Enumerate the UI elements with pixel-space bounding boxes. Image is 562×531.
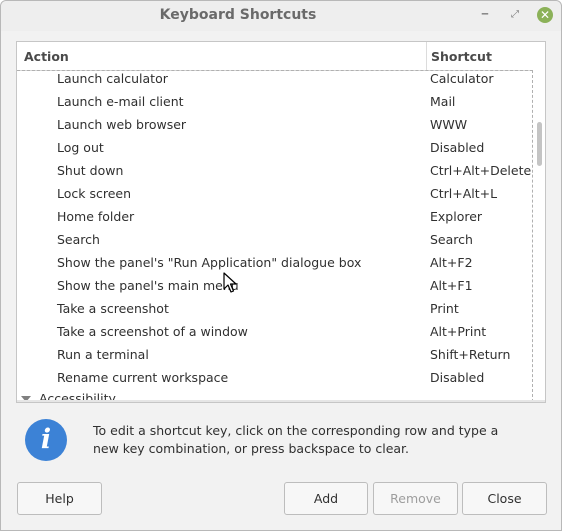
mouse-pointer-icon bbox=[223, 272, 237, 293]
row-shortcut: Shift+Return bbox=[430, 347, 511, 362]
keyboard-shortcuts-window: Keyboard Shortcuts ‒ ⤢ ✕ Action Shortcut… bbox=[0, 0, 562, 531]
column-header-action[interactable]: Action bbox=[24, 49, 69, 64]
close-icon[interactable]: ✕ bbox=[537, 7, 553, 23]
row-action: Shut down bbox=[57, 163, 124, 178]
row-shortcut: Ctrl+Alt+Delete bbox=[430, 163, 532, 178]
table-header: Action Shortcut bbox=[17, 42, 545, 71]
table-row[interactable]: Take a screenshot of a window Alt+Print bbox=[17, 323, 531, 346]
table-row[interactable]: Search Search bbox=[17, 231, 531, 254]
row-shortcut: Disabled bbox=[430, 140, 485, 155]
row-shortcut: Print bbox=[430, 301, 459, 316]
row-action: Show the panel's "Run Application" dialo… bbox=[57, 255, 362, 270]
vertical-scrollbar[interactable] bbox=[533, 70, 545, 402]
row-action: Launch web browser bbox=[57, 117, 187, 132]
row-shortcut: Search bbox=[430, 232, 473, 247]
table-row[interactable]: Show the panel's "Run Application" dialo… bbox=[17, 254, 531, 277]
table-row[interactable]: Take a screenshot Print bbox=[17, 300, 531, 323]
row-shortcut: Ctrl+Alt+L bbox=[430, 186, 498, 201]
help-button[interactable]: Help bbox=[17, 482, 102, 515]
row-action: Lock screen bbox=[57, 186, 132, 201]
row-shortcut: Alt+F1 bbox=[430, 278, 473, 293]
row-action: Take a screenshot of a window bbox=[57, 324, 248, 339]
table-body: Launch calculator Calculator Launch e-ma… bbox=[17, 70, 533, 402]
row-action: Run a terminal bbox=[57, 347, 149, 362]
row-action: Search bbox=[57, 232, 100, 247]
info-icon: i bbox=[25, 419, 67, 461]
scrollbar-thumb[interactable] bbox=[537, 122, 542, 166]
row-shortcut: Disabled bbox=[430, 370, 485, 385]
row-shortcut: Explorer bbox=[430, 209, 483, 224]
titlebar: Keyboard Shortcuts ‒ ⤢ ✕ bbox=[1, 1, 561, 31]
row-action: Home folder bbox=[57, 209, 135, 224]
column-separator bbox=[426, 42, 427, 70]
table-row[interactable]: Launch web browser WWW bbox=[17, 116, 531, 139]
table-row[interactable]: Launch e-mail client Mail bbox=[17, 93, 531, 116]
row-shortcut: Mail bbox=[430, 94, 456, 109]
row-action: Launch calculator bbox=[57, 71, 168, 86]
shortcuts-table[interactable]: Action Shortcut Launch calculator Calcul… bbox=[16, 41, 546, 403]
row-action: Launch e-mail client bbox=[57, 94, 184, 109]
add-button[interactable]: Add bbox=[284, 482, 368, 515]
window-title: Keyboard Shortcuts bbox=[159, 7, 317, 23]
column-header-shortcut[interactable]: Shortcut bbox=[431, 49, 492, 64]
row-action: Take a screenshot bbox=[57, 301, 169, 316]
table-row[interactable]: Run a terminal Shift+Return bbox=[17, 346, 531, 369]
row-action: Show the panel's main menu bbox=[57, 278, 239, 293]
minimize-icon[interactable]: ‒ bbox=[477, 6, 493, 22]
maximize-icon[interactable]: ⤢ bbox=[507, 7, 523, 23]
row-shortcut: Alt+Print bbox=[430, 324, 487, 339]
row-shortcut: WWW bbox=[430, 117, 468, 132]
table-row[interactable]: Home folder Explorer bbox=[17, 208, 531, 231]
row-shortcut: Alt+F2 bbox=[430, 255, 473, 270]
close-button[interactable]: Close bbox=[462, 482, 547, 515]
info-message: To edit a shortcut key, click on the cor… bbox=[93, 423, 499, 456]
table-row[interactable]: Launch calculator Calculator bbox=[17, 70, 531, 93]
row-action: Rename current workspace bbox=[57, 370, 229, 385]
table-row[interactable]: Log out Disabled bbox=[17, 139, 531, 162]
table-row[interactable]: Lock screen Ctrl+Alt+L bbox=[17, 185, 531, 208]
row-action: Log out bbox=[57, 140, 104, 155]
row-shortcut: Calculator bbox=[430, 71, 494, 86]
table-row[interactable]: Rename current workspace Disabled bbox=[17, 369, 531, 392]
remove-button[interactable]: Remove bbox=[373, 482, 458, 515]
table-row[interactable]: Show the panel's main menu Alt+F1 bbox=[17, 277, 531, 300]
horizontal-scrollbar[interactable] bbox=[17, 400, 545, 402]
table-row[interactable]: Shut down Ctrl+Alt+Delete bbox=[17, 162, 531, 185]
